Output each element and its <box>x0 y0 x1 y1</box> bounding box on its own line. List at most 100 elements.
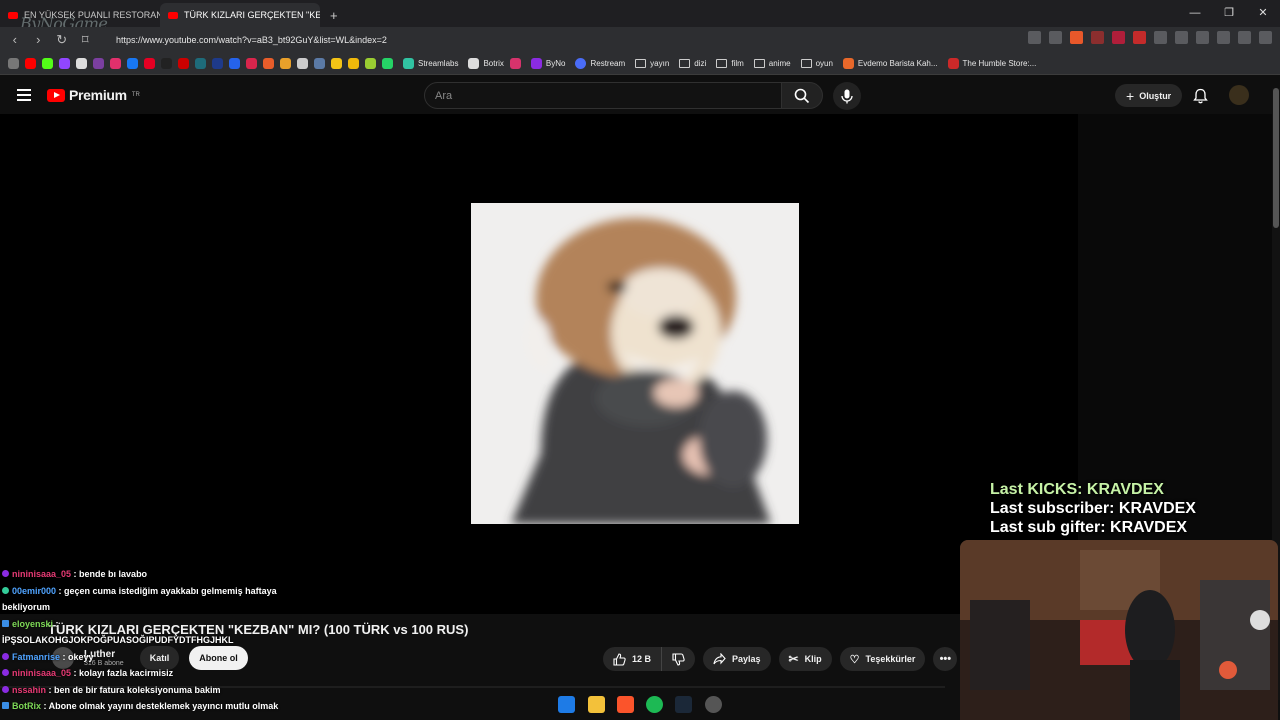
extension-icon[interactable] <box>1154 31 1167 44</box>
bookmark-icon[interactable] <box>93 58 104 69</box>
whatsapp-bookmark-icon[interactable] <box>382 58 393 69</box>
create-button[interactable]: + Oluştur <box>1115 84 1183 107</box>
steam-icon[interactable] <box>675 696 692 713</box>
bookmark-icon[interactable] <box>297 58 308 69</box>
extension-icon[interactable] <box>1112 31 1125 44</box>
chat-message: nininisaaa_05 : kolayı fazla kacirmisiz <box>2 665 442 682</box>
notifications-button[interactable] <box>1193 88 1208 109</box>
chat-badge-icon <box>2 652 9 660</box>
search-button[interactable] <box>781 82 823 109</box>
last-subscriber: Last subscriber: KRAVDEX <box>990 500 1196 517</box>
voice-search-button[interactable] <box>833 82 861 110</box>
forward-icon[interactable]: › <box>32 32 46 48</box>
bookmark-icon[interactable]: ⌑ <box>79 32 93 48</box>
bookmark-byno[interactable]: ByNo <box>530 58 565 69</box>
obs-icon[interactable] <box>705 696 722 713</box>
byno-icon <box>530 58 542 69</box>
bookmark-icon[interactable] <box>263 58 274 69</box>
clip-button[interactable]: ✂ Klip <box>778 647 832 671</box>
bookmark-folder-yayin[interactable]: yayın <box>635 59 669 68</box>
twitch-bookmark-icon[interactable] <box>59 58 70 69</box>
brave-shield-icon[interactable] <box>1070 31 1083 44</box>
thanks-button[interactable]: ♡ Teşekkürler <box>839 647 926 671</box>
brave-browser-icon[interactable] <box>617 696 634 713</box>
bookmark-icon[interactable] <box>195 58 206 69</box>
bookmark-folder-film[interactable]: film <box>716 59 744 68</box>
scissors-icon: ✂ <box>788 652 799 666</box>
bookmark-botrix[interactable]: Botrix <box>468 58 504 69</box>
thanks-heart-icon: ♡ <box>849 653 860 666</box>
folder-icon <box>800 59 812 68</box>
bookmark-icon[interactable] <box>509 58 521 69</box>
bookmark-restream[interactable]: Restream <box>575 58 625 69</box>
spotify-icon[interactable] <box>646 696 663 713</box>
dislike-button[interactable] <box>662 647 695 671</box>
kick-bookmark-icon[interactable] <box>42 58 53 69</box>
youtube-bookmark-icon[interactable] <box>25 58 36 69</box>
bookmark-folder-oyun[interactable]: oyun <box>800 59 833 68</box>
share-button[interactable]: Paylaş <box>703 647 771 671</box>
bookmark-folder-dizi[interactable]: dizi <box>679 59 706 68</box>
chat-message-continuation: İPŞSOLAKOHGJOKPOĞPUASOĞIPUDFYDTFHGJHKL <box>2 635 234 645</box>
windows-taskbar <box>0 688 1280 720</box>
maximize-icon[interactable]: ❐ <box>1212 0 1246 27</box>
bookmark-folder-anime[interactable]: anime <box>753 59 791 68</box>
apps-icon[interactable] <box>8 58 19 69</box>
bookmark-evdemo[interactable]: Evdemo Barista Kah... <box>842 58 938 69</box>
folder-icon <box>716 59 728 68</box>
streamlabs-icon <box>403 58 414 69</box>
restream-icon <box>575 58 587 69</box>
bookmark-icon[interactable] <box>178 58 189 69</box>
new-tab-button[interactable]: + <box>320 3 348 27</box>
leo-icon[interactable] <box>1238 31 1251 44</box>
share-icon[interactable] <box>1049 31 1062 44</box>
minimize-icon[interactable]: — <box>1178 0 1212 27</box>
back-icon[interactable]: ‹ <box>8 32 22 48</box>
tab-label: TÜRK KIZLARI GERÇEKTEN "KEZBAN" <box>184 10 320 20</box>
bookmark-icon[interactable] <box>212 58 223 69</box>
user-avatar[interactable] <box>1229 85 1249 105</box>
cast-icon[interactable] <box>1028 31 1041 44</box>
hamburger-menu-icon[interactable] <box>17 89 31 101</box>
bookmark-icon[interactable] <box>348 58 359 69</box>
bookmark-icon[interactable] <box>229 58 240 69</box>
chat-badge-icon <box>2 619 9 627</box>
url-field[interactable]: https://www.youtube.com/watch?v=aB3_bt92… <box>116 35 387 45</box>
bookmark-icon[interactable] <box>246 58 257 69</box>
chat-badge-icon <box>2 586 9 594</box>
puzzle-icon[interactable] <box>1175 31 1188 44</box>
bookmark-icon[interactable] <box>331 58 342 69</box>
video-frame-dog-in-suit <box>471 203 799 524</box>
x-bookmark-icon[interactable] <box>76 58 87 69</box>
youtube-premium-logo[interactable]: Premium TR <box>47 87 140 103</box>
more-actions-button[interactable]: ••• <box>933 647 958 671</box>
bookmark-icon[interactable] <box>314 58 325 69</box>
media-icon[interactable] <box>1217 31 1230 44</box>
tiktok-bookmark-icon[interactable] <box>161 58 172 69</box>
pinterest-bookmark-icon[interactable] <box>144 58 155 69</box>
chat-message-continuation: bekliyorum <box>2 602 51 612</box>
reload-icon[interactable]: ↻ <box>55 32 69 48</box>
search-input[interactable]: Ara <box>424 82 782 109</box>
chat-badge-icon <box>2 669 9 676</box>
plus-icon: + <box>1126 87 1135 104</box>
file-explorer-icon[interactable] <box>588 696 605 713</box>
brave-rewards-icon[interactable] <box>1091 31 1104 44</box>
scrollbar-thumb[interactable] <box>1273 88 1279 228</box>
windows-start-icon[interactable] <box>558 696 575 713</box>
instagram-bookmark-icon[interactable] <box>110 58 121 69</box>
bookmark-icon[interactable] <box>365 58 376 69</box>
sidebar-icon[interactable] <box>1196 31 1209 44</box>
facebook-bookmark-icon[interactable] <box>127 58 138 69</box>
thumbs-up-icon <box>613 652 626 666</box>
browser-tab-kezban[interactable]: TÜRK KIZLARI GERÇEKTEN "KEZBAN" ✕ <box>160 3 320 27</box>
extension-icon[interactable] <box>1133 31 1146 44</box>
bookmark-icon[interactable] <box>280 58 291 69</box>
menu-icon[interactable] <box>1259 31 1272 44</box>
chat-message: eloyenski : <box>2 616 442 633</box>
bookmark-streamlabs[interactable]: Streamlabs <box>403 58 458 69</box>
like-button[interactable]: 12 B <box>603 647 663 671</box>
close-window-icon[interactable]: ✕ <box>1246 0 1280 27</box>
bookmark-humble[interactable]: The Humble Store:... <box>947 58 1036 69</box>
video-actions: 12 B Paylaş ✂ Klip ♡ Teşekkürler ••• <box>603 647 958 671</box>
